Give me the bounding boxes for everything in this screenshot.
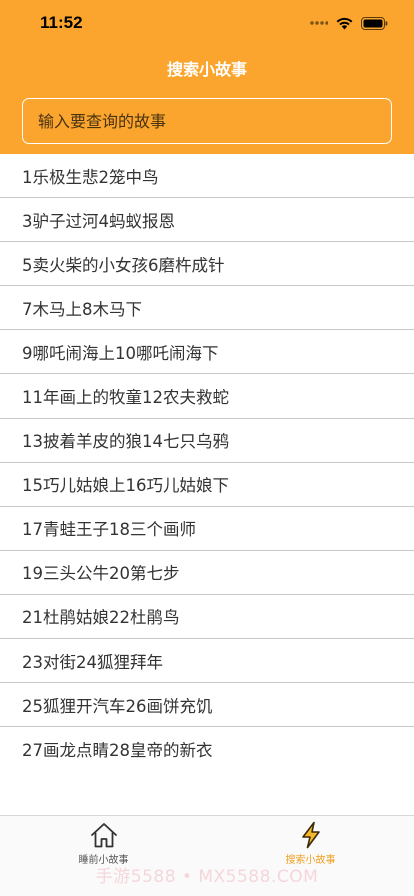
list-item[interactable]: 9哪吒闹海上10哪吒闹海下 bbox=[0, 330, 414, 375]
list-item[interactable]: 25狐狸开汽车26画饼充饥 bbox=[0, 683, 414, 728]
battery-icon bbox=[361, 16, 388, 30]
status-time: 11:52 bbox=[40, 13, 83, 32]
status-icons bbox=[310, 15, 388, 31]
tab-search[interactable]: 搜索小故事 bbox=[207, 816, 414, 866]
list-item[interactable]: 11年画上的牧童12农夫救蛇 bbox=[0, 374, 414, 419]
screen: 11:52 搜索小故事 输入要查询的故事 1乐极生悲2笼中鸟 3驴子过河4蚂蚁报… bbox=[0, 0, 414, 896]
list-item[interactable]: 17青蛙王子18三个画师 bbox=[0, 507, 414, 551]
story-list: 1乐极生悲2笼中鸟 3驴子过河4蚂蚁报恩 5卖火柴的小女孩6磨杵成针 7木马上8… bbox=[0, 154, 414, 771]
list-item[interactable]: 13披着羊皮的狼14七只乌鸦 bbox=[0, 419, 414, 463]
list-item[interactable]: 15巧儿姑娘上16巧儿姑娘下 bbox=[0, 463, 414, 507]
list-item[interactable]: 23对街24狐狸拜年 bbox=[0, 639, 414, 684]
home-icon bbox=[90, 823, 117, 848]
search-input[interactable] bbox=[23, 99, 391, 143]
list-item[interactable]: 19三头公牛20第七步 bbox=[0, 551, 414, 595]
search-box[interactable] bbox=[22, 98, 392, 144]
list-item[interactable]: 21杜鹃姑娘22杜鹃鸟 bbox=[0, 595, 414, 640]
status-bar: 11:52 bbox=[0, 0, 414, 46]
lightning-icon bbox=[301, 821, 320, 849]
watermark: 手游5588 • MX5588.COM bbox=[95, 867, 319, 887]
signal-dots-icon bbox=[310, 21, 328, 25]
list-item[interactable]: 27画龙点睛28皇帝的新衣 bbox=[0, 727, 414, 771]
list-item[interactable]: 3驴子过河4蚂蚁报恩 bbox=[0, 198, 414, 243]
list-item[interactable]: 5卖火柴的小女孩6磨杵成针 bbox=[0, 242, 414, 287]
list-item[interactable]: 1乐极生悲2笼中鸟 bbox=[0, 154, 414, 199]
page-title: 搜索小故事 bbox=[166, 60, 247, 79]
wifi-icon bbox=[336, 17, 353, 29]
header: 11:52 搜索小故事 bbox=[0, 0, 414, 154]
list-item[interactable]: 7木马上8木马下 bbox=[0, 286, 414, 331]
tab-home[interactable]: 睡前小故事 bbox=[0, 816, 207, 866]
